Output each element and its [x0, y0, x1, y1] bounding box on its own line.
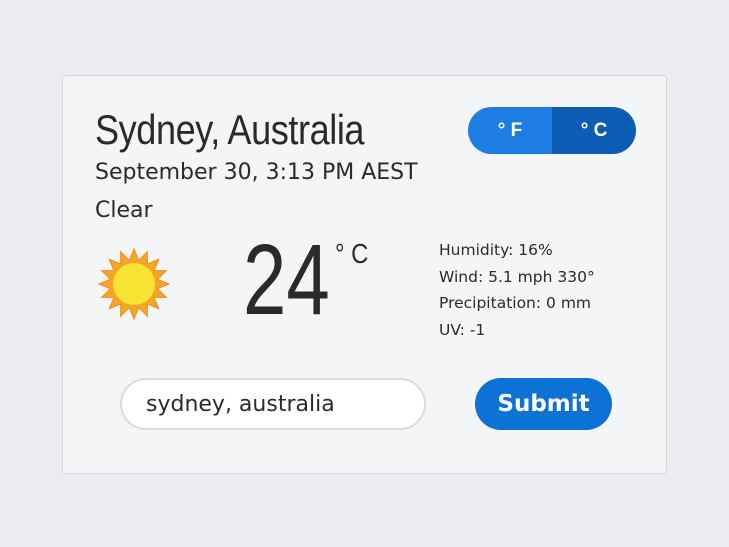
weather-details: Humidity: 16% Wind: 5.1 mph 330° Precipi…	[439, 237, 595, 343]
precipitation-text: Precipitation: 0 mm	[439, 294, 592, 312]
location-search-input[interactable]	[120, 378, 426, 430]
humidity-text: Humidity: 16%	[439, 241, 553, 259]
temperature-value: 24	[243, 224, 330, 336]
wind-text: Wind: 5.1 mph 330°	[439, 267, 595, 286]
weather-condition: Clear	[95, 198, 153, 223]
uv-text: UV: -1	[439, 320, 486, 339]
weather-card: Sydney, Australia September 30, 3:13 PM …	[62, 75, 667, 474]
unit-toggle: ° F ° C	[468, 107, 636, 154]
celsius-button[interactable]: ° C	[552, 107, 636, 154]
city-title: Sydney, Australia	[95, 106, 365, 153]
fahrenheit-button[interactable]: ° F	[468, 107, 552, 154]
sun-icon	[98, 248, 170, 320]
submit-button[interactable]: Submit	[475, 378, 612, 430]
date-time: September 30, 3:13 PM AEST	[95, 160, 418, 185]
temperature-unit: ° C	[335, 238, 369, 269]
